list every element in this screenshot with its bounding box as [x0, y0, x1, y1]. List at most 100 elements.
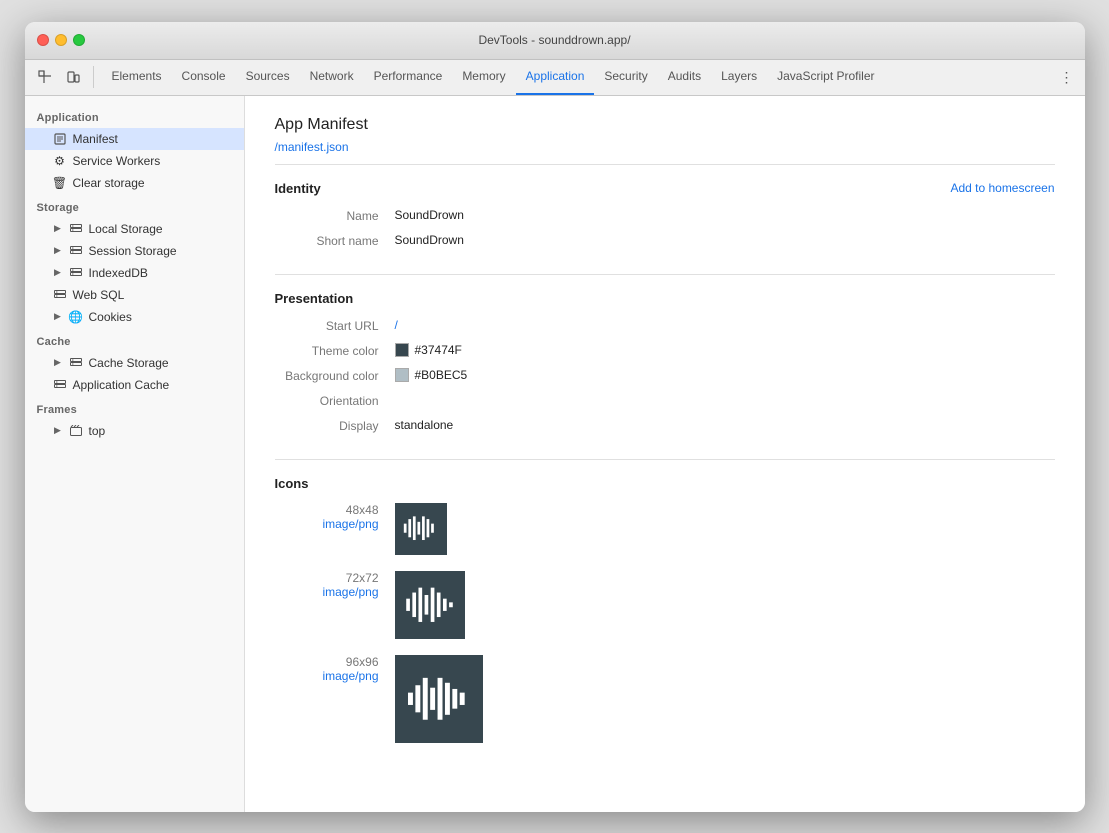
start-url-label: Start URL — [275, 318, 395, 333]
inspect-icon[interactable] — [33, 66, 57, 88]
tab-javascript-profiler[interactable]: JavaScript Profiler — [767, 60, 884, 95]
tab-network[interactable]: Network — [300, 60, 364, 95]
icon-96-type: image/png — [275, 669, 379, 683]
close-button[interactable] — [37, 34, 49, 46]
window-title: DevTools - sounddrown.app/ — [478, 33, 630, 47]
application-cache-icon — [53, 378, 67, 392]
tab-bar: Elements Console Sources Network Perform… — [102, 60, 1053, 95]
indexeddb-label: IndexedDB — [89, 266, 236, 280]
sidebar-item-application-cache[interactable]: Application Cache — [25, 374, 244, 396]
icons-section-title: Icons — [275, 476, 1055, 491]
traffic-lights — [37, 34, 85, 46]
page-title: App Manifest — [275, 116, 1055, 134]
presentation-section: Presentation Start URL / Theme color #37… — [275, 274, 1055, 459]
expander-cache-storage: ▶ — [53, 358, 63, 368]
icon-48-meta: 48x48 image/png — [275, 503, 395, 531]
toolbar-icons — [33, 66, 94, 88]
icon-72-preview — [395, 571, 465, 639]
session-storage-label: Session Storage — [89, 244, 236, 258]
short-name-field-value: SoundDrown — [395, 233, 464, 247]
display-label: Display — [275, 418, 395, 433]
display-value: standalone — [395, 418, 454, 432]
manifest-icon — [53, 132, 67, 146]
maximize-button[interactable] — [73, 34, 85, 46]
tab-performance[interactable]: Performance — [364, 60, 453, 95]
application-cache-label: Application Cache — [73, 378, 236, 392]
content-inner: App Manifest /manifest.json Identity Add… — [245, 96, 1085, 795]
theme-color-swatch — [395, 343, 409, 357]
tab-elements[interactable]: Elements — [102, 60, 172, 95]
content-header: App Manifest /manifest.json — [275, 116, 1055, 154]
bg-color-text: #B0BEC5 — [415, 368, 468, 382]
icon-96-meta: 96x96 image/png — [275, 655, 395, 683]
sidebar-item-local-storage[interactable]: ▶ Local Storage — [25, 218, 244, 240]
bg-color-label: Background color — [275, 368, 395, 383]
sidebar-item-service-workers[interactable]: ⚙ Service Workers — [25, 150, 244, 172]
tab-application[interactable]: Application — [516, 60, 595, 95]
sidebar: Application Manifest ⚙ Service Workers 🗑 — [25, 96, 245, 812]
service-workers-label: Service Workers — [73, 154, 236, 168]
cache-storage-label: Cache Storage — [89, 356, 236, 370]
cache-storage-icon — [69, 356, 83, 370]
icons-section: Icons 48x48 image/png — [275, 459, 1055, 775]
sidebar-item-web-sql[interactable]: Web SQL — [25, 284, 244, 306]
sidebar-item-cookies[interactable]: ▶ 🌐 Cookies — [25, 306, 244, 328]
short-name-field-row: Short name SoundDrown — [275, 233, 1055, 248]
tab-layers[interactable]: Layers — [711, 60, 767, 95]
icon-72-size: 72x72 — [275, 571, 379, 585]
display-field-row: Display standalone — [275, 418, 1055, 433]
minimize-button[interactable] — [55, 34, 67, 46]
presentation-section-title: Presentation — [275, 291, 1055, 306]
name-field-value: SoundDrown — [395, 208, 464, 222]
more-options-icon[interactable]: ⋮ — [1057, 67, 1077, 87]
tab-console[interactable]: Console — [172, 60, 236, 95]
main-area: Application Manifest ⚙ Service Workers 🗑 — [25, 96, 1085, 812]
icon-48-preview — [395, 503, 447, 555]
tab-audits[interactable]: Audits — [658, 60, 711, 95]
tab-security[interactable]: Security — [594, 60, 657, 95]
frame-icon — [69, 424, 83, 438]
tab-memory[interactable]: Memory — [452, 60, 515, 95]
sidebar-item-manifest[interactable]: Manifest — [25, 128, 244, 150]
gear-icon: ⚙ — [53, 154, 67, 168]
bg-color-swatch — [395, 368, 409, 382]
device-icon[interactable] — [61, 66, 85, 88]
cookies-label: Cookies — [89, 310, 236, 324]
theme-color-value: #37474F — [395, 343, 462, 357]
sidebar-item-indexeddb[interactable]: ▶ IndexedDB — [25, 262, 244, 284]
expander-session-storage: ▶ — [53, 246, 63, 256]
expander-local-storage: ▶ — [53, 224, 63, 234]
icon-entry-48: 48x48 image/png — [275, 503, 1055, 555]
sidebar-item-session-storage[interactable]: ▶ Session Storage — [25, 240, 244, 262]
tab-sources[interactable]: Sources — [236, 60, 300, 95]
add-homescreen-button[interactable]: Add to homescreen — [950, 181, 1054, 195]
icon-96-preview — [395, 655, 483, 743]
identity-section-title: Identity Add to homescreen — [275, 181, 1055, 196]
sidebar-section-cache: Cache — [25, 328, 244, 352]
theme-color-label: Theme color — [275, 343, 395, 358]
icon-entry-72: 72x72 image/png — [275, 571, 1055, 639]
sidebar-section-application: Application — [25, 104, 244, 128]
web-sql-label: Web SQL — [73, 288, 236, 302]
theme-color-field-row: Theme color #37474F — [275, 343, 1055, 358]
sidebar-item-clear-storage[interactable]: 🗑 Clear storage — [25, 172, 244, 194]
toolbar: Elements Console Sources Network Perform… — [25, 60, 1085, 96]
sidebar-item-cache-storage[interactable]: ▶ Cache Storage — [25, 352, 244, 374]
bg-color-value: #B0BEC5 — [395, 368, 468, 382]
local-storage-icon — [69, 222, 83, 236]
trash-icon: 🗑 — [53, 176, 67, 190]
theme-color-text: #37474F — [415, 343, 462, 357]
start-url-link[interactable]: / — [395, 318, 398, 332]
identity-label: Identity — [275, 181, 321, 196]
top-label: top — [89, 424, 236, 438]
orientation-label: Orientation — [275, 393, 395, 408]
orientation-field-row: Orientation — [275, 393, 1055, 408]
short-name-field-label: Short name — [275, 233, 395, 248]
web-sql-icon — [53, 288, 67, 302]
manifest-link[interactable]: /manifest.json — [275, 140, 349, 154]
sidebar-section-storage: Storage — [25, 194, 244, 218]
cookies-icon: 🌐 — [69, 310, 83, 324]
sidebar-item-top[interactable]: ▶ top — [25, 420, 244, 442]
icon-72-meta: 72x72 image/png — [275, 571, 395, 599]
devtools-window: DevTools - sounddrown.app/ Elements Cons… — [25, 22, 1085, 812]
